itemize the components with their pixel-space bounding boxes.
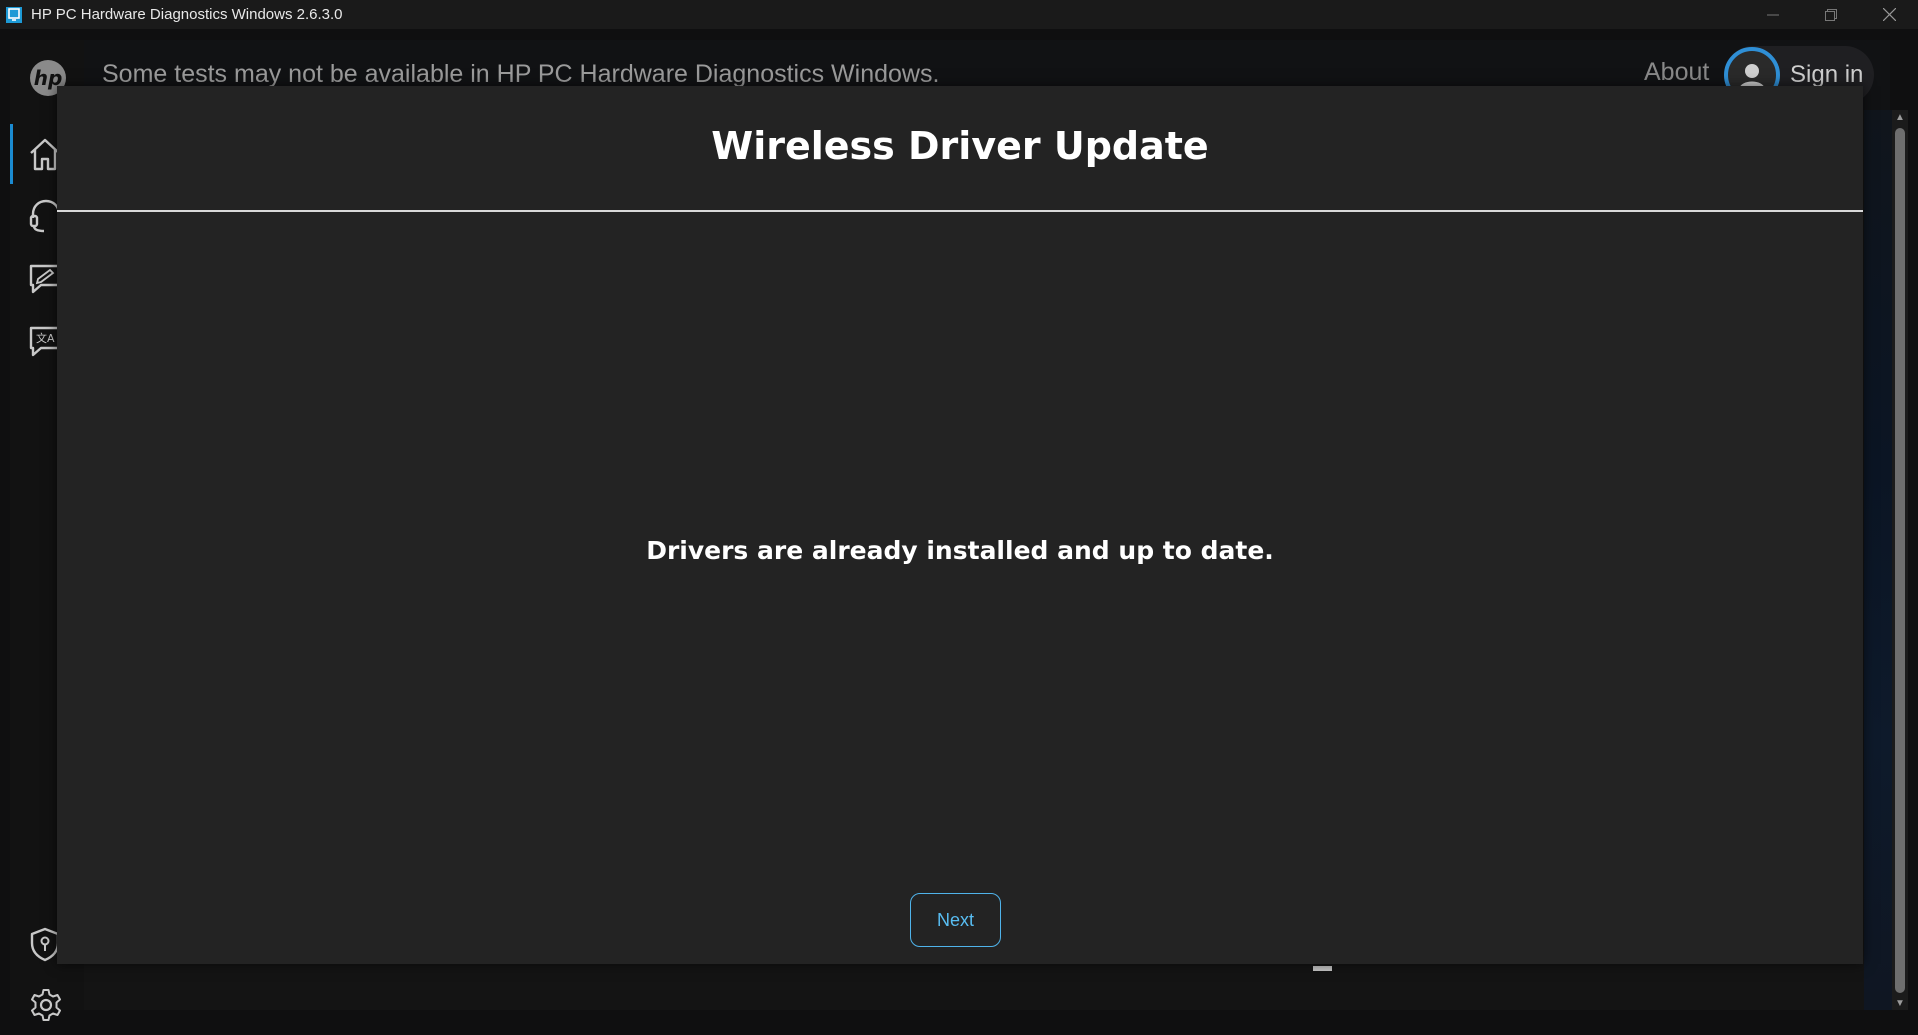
about-link[interactable]: About (1644, 58, 1709, 87)
vertical-scrollbar[interactable]: ▲ ▼ (1892, 110, 1908, 1010)
title-bar: HP PC Hardware Diagnostics Windows 2.6.3… (0, 0, 1918, 29)
bottom-strip (84, 964, 1864, 1010)
background-panel (1864, 110, 1892, 1010)
scroll-down-icon[interactable]: ▼ (1892, 996, 1908, 1010)
sidebar-item-settings[interactable] (10, 975, 84, 1035)
wireless-driver-update-dialog: Wireless Driver Update Drivers are alrea… (57, 86, 1863, 964)
availability-notice: Some tests may not be available in HP PC… (102, 60, 940, 88)
status-message: Drivers are already installed and up to … (646, 536, 1274, 565)
restore-icon (1825, 8, 1837, 21)
resize-handle (1313, 966, 1332, 971)
dialog-divider (57, 210, 1863, 212)
close-icon (1882, 8, 1896, 21)
next-button[interactable]: Next (910, 893, 1001, 947)
window-title: HP PC Hardware Diagnostics Windows 2.6.3… (31, 6, 343, 23)
close-button[interactable] (1860, 0, 1918, 29)
active-indicator (10, 124, 13, 184)
gear-icon (31, 989, 61, 1021)
svg-text:文A: 文A (36, 331, 55, 345)
scroll-thumb[interactable] (1895, 128, 1905, 993)
minimize-button[interactable] (1744, 0, 1802, 29)
dialog-title: Wireless Driver Update (711, 124, 1209, 168)
sign-in-label: Sign in (1790, 61, 1864, 88)
app-icon (4, 5, 24, 25)
scroll-up-icon[interactable]: ▲ (1892, 110, 1908, 124)
restore-button[interactable] (1802, 0, 1860, 29)
minimize-icon (1767, 14, 1779, 15)
